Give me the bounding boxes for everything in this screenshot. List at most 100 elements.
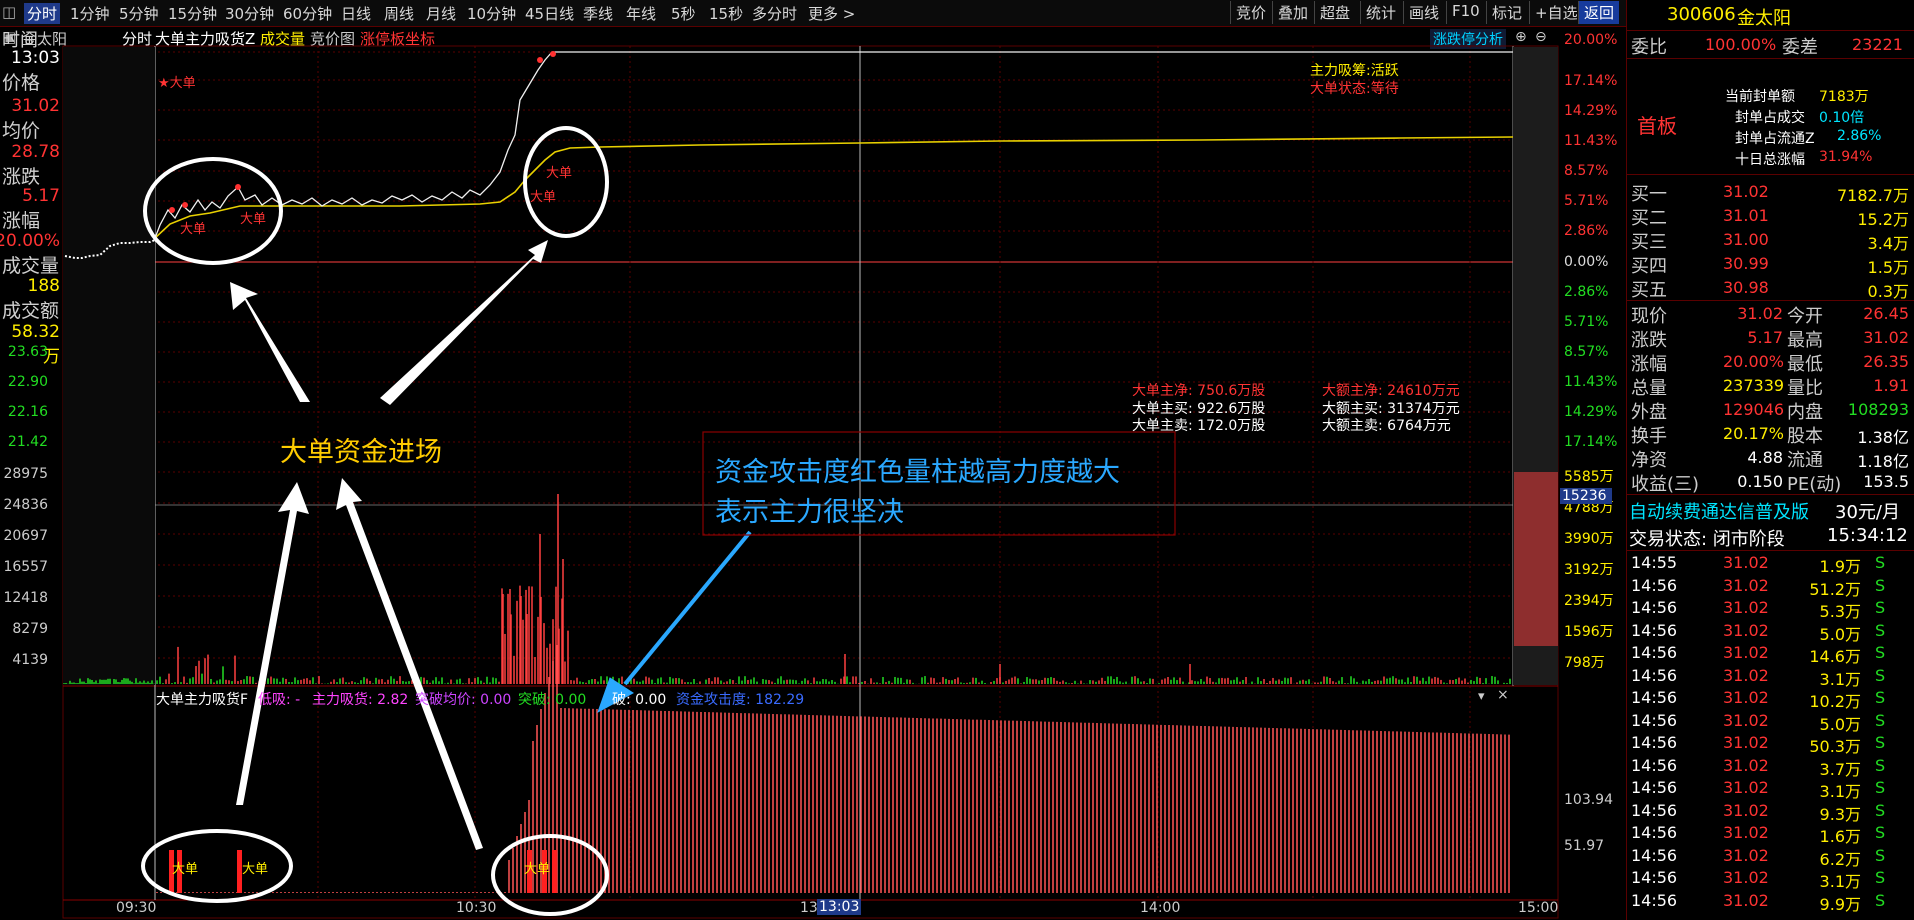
trade-side: S (1875, 733, 1885, 752)
trade-side: S (1875, 778, 1885, 797)
trade-row[interactable]: 14:56 31.02 9.9万 S (1631, 891, 1914, 913)
trade-volume: 50.3万 (1803, 733, 1861, 757)
trade-row[interactable]: 14:56 31.02 9.3万 S (1631, 801, 1914, 823)
trade-time: 14:56 (1631, 756, 1677, 775)
trade-row[interactable]: 14:56 31.02 3.1万 S (1631, 778, 1914, 800)
ad-text[interactable]: 自动续费通达信普及版 (1629, 498, 1809, 524)
bid-label: 买三 (1631, 228, 1667, 254)
detail-label: 内盘 (1787, 398, 1823, 424)
trade-volume: 10.2万 (1803, 688, 1861, 712)
ad-price[interactable]: 30元/月 (1835, 498, 1900, 524)
time-axis-label: 10:30 (456, 900, 496, 916)
trade-row[interactable]: 14:56 31.02 51.2万 S (1631, 576, 1914, 598)
trade-row[interactable]: 14:56 31.02 14.6万 S (1631, 643, 1914, 665)
trade-side: S (1875, 576, 1885, 595)
annotation-main: 大单资金进场 (280, 430, 442, 469)
ind-attack: 资金攻击度: 182.29 (676, 689, 804, 709)
detail-label: 涨幅 (1631, 350, 1667, 376)
trade-volume: 5.3万 (1803, 598, 1861, 622)
trade-side: S (1875, 688, 1885, 707)
big-mark: 大单 (172, 858, 198, 877)
right-axis-vol: 3990万 (1564, 528, 1614, 548)
right-axis-pct: 20.00% (1564, 32, 1617, 48)
right-axis-vol: 798万 (1564, 652, 1605, 672)
bid-volume: 3.4万 (1868, 230, 1909, 254)
trade-volume: 3.7万 (1803, 756, 1861, 780)
seal-ratio-value: 0.10倍 (1819, 107, 1864, 127)
seal-float-value: 2.86% (1837, 128, 1881, 144)
trade-row[interactable]: 14:56 31.02 3.7万 S (1631, 756, 1914, 778)
trade-row[interactable]: 14:56 31.02 5.0万 S (1631, 711, 1914, 733)
bid-label: 买四 (1631, 252, 1667, 278)
weibi-label: 委比 (1631, 33, 1667, 59)
bid-label: 买一 (1631, 180, 1667, 206)
ind-close-icon[interactable]: × (1497, 687, 1509, 703)
trade-side: S (1875, 621, 1885, 640)
trade-row[interactable]: 14:56 31.02 50.3万 S (1631, 733, 1914, 755)
detail-label: 量比 (1787, 374, 1823, 400)
trade-volume: 6.2万 (1803, 846, 1861, 870)
right-axis-pct: 17.14% (1564, 73, 1617, 89)
time-axis-label: 09:30 (116, 900, 156, 916)
ind-name[interactable]: 大单主力吸货F (156, 689, 248, 709)
trade-row[interactable]: 14:56 31.02 1.6万 S (1631, 823, 1914, 845)
detail-value: 26.35 (1863, 352, 1909, 371)
right-axis-pct: 17.14% (1564, 434, 1617, 450)
trade-side: S (1875, 756, 1885, 775)
trade-time: 14:56 (1631, 621, 1677, 640)
right-axis-pct: 0.00% (1564, 254, 1608, 270)
ind-dropdown-icon[interactable]: ▾ (1478, 689, 1485, 704)
trade-price: 31.02 (1723, 868, 1769, 887)
trade-row[interactable]: 14:56 31.02 3.1万 S (1631, 868, 1914, 890)
bid-price: 31.00 (1723, 230, 1769, 249)
trade-row[interactable]: 14:55 31.02 1.9万 S (1631, 553, 1914, 575)
stat-sell: 大单主卖: 172.0万股 (1132, 415, 1265, 435)
trade-price: 31.02 (1723, 688, 1769, 707)
detail-label: 流通 (1787, 446, 1823, 472)
right-axis-pct: 2.86% (1564, 223, 1608, 239)
big-mark: 大单 (546, 162, 572, 181)
stat-net: 大单主净: 750.6万股 (1132, 380, 1265, 400)
detail-value: 237339 (1723, 376, 1783, 395)
detail-value: 0.150 (1723, 472, 1783, 491)
board-badge: 首板 (1637, 110, 1677, 139)
time-axis-label: 14:00 (1140, 900, 1180, 916)
trade-volume: 5.0万 (1803, 621, 1861, 645)
big-mark: 大单 (530, 186, 556, 205)
status-line-2: 大单状态:等待 (1310, 78, 1399, 98)
auction-zone (63, 47, 155, 685)
trade-row[interactable]: 14:56 31.02 5.0万 S (1631, 621, 1914, 643)
trade-time: 14:56 (1631, 778, 1677, 797)
trade-volume: 51.2万 (1803, 576, 1861, 600)
trade-price: 31.02 (1723, 576, 1769, 595)
trade-price: 31.02 (1723, 756, 1769, 775)
detail-value: 20.00% (1723, 352, 1783, 371)
detail-label: 最低 (1787, 350, 1823, 376)
trade-row[interactable]: 14:56 31.02 3.1万 S (1631, 666, 1914, 688)
ind-breakavg: 突破均价: 0.00 (415, 689, 511, 709)
trade-volume: 14.6万 (1803, 643, 1861, 667)
trade-volume: 3.1万 (1803, 666, 1861, 690)
trade-volume: 9.3万 (1803, 801, 1861, 825)
trade-price: 31.02 (1723, 621, 1769, 640)
trade-row[interactable]: 14:56 31.02 6.2万 S (1631, 846, 1914, 868)
bid-volume: 7182.7万 (1837, 182, 1909, 206)
quote-panel: 300606 金太阳 委比 100.00% 委差 23221 首板 当前封单额 … (1626, 0, 1914, 920)
trade-row[interactable]: 14:56 31.02 10.2万 S (1631, 688, 1914, 710)
trade-side: S (1875, 801, 1885, 820)
detail-value: 31.02 (1723, 304, 1783, 323)
detail-value: 4.88 (1723, 448, 1783, 467)
trade-price: 31.02 (1723, 846, 1769, 865)
detail-label: 外盘 (1631, 398, 1667, 424)
detail-label: 换手 (1631, 422, 1667, 448)
star-big-mark: ★大单 (158, 72, 196, 91)
detail-value: 1.38亿 (1857, 424, 1909, 448)
trade-price: 31.02 (1723, 598, 1769, 617)
trade-volume: 1.6万 (1803, 823, 1861, 847)
trade-price: 31.02 (1723, 778, 1769, 797)
trade-price: 31.02 (1723, 711, 1769, 730)
trade-row[interactable]: 14:56 31.02 5.3万 S (1631, 598, 1914, 620)
blue-arrow (598, 532, 750, 712)
trade-side: S (1875, 598, 1885, 617)
trade-price: 31.02 (1723, 733, 1769, 752)
